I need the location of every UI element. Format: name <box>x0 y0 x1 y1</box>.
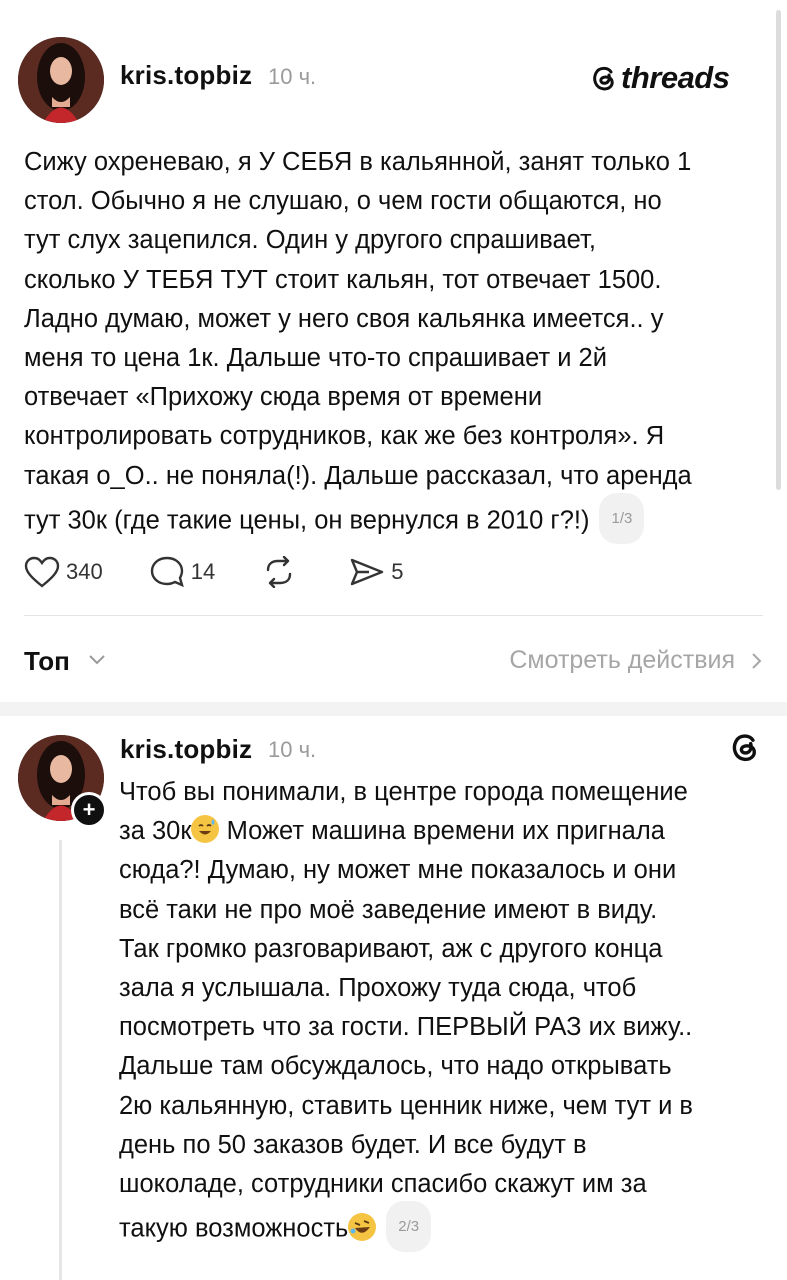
profile-photo <box>18 37 104 123</box>
timestamp: 10 ч. <box>268 64 317 89</box>
repost-button[interactable] <box>261 556 303 588</box>
pager-badge: 1/3 <box>599 492 645 545</box>
timestamp: 10 ч. <box>268 737 317 762</box>
comment-count: 14 <box>190 559 216 584</box>
sort-bar: Топ Смотреть действия <box>24 640 763 680</box>
thread-line <box>59 840 62 1280</box>
username[interactable]: kris.topbiz <box>120 734 252 765</box>
scrollbar[interactable] <box>776 10 781 490</box>
sweat-smile-emoji-icon <box>191 815 220 844</box>
comment-icon <box>150 556 184 588</box>
view-activity-link[interactable]: Смотреть действия <box>509 646 735 675</box>
section-separator <box>0 702 787 716</box>
post-actions: 340 14 5 <box>24 556 449 588</box>
threads-icon[interactable] <box>729 730 761 764</box>
follow-button[interactable]: + <box>71 792 107 828</box>
post-text-content: Сижу охреневаю, я У СЕБЯ в кальянной, за… <box>24 148 692 535</box>
share-button[interactable]: 5 <box>349 556 403 588</box>
sort-label[interactable]: Топ <box>24 646 70 677</box>
chevron-down-icon[interactable] <box>88 654 106 666</box>
rofl-emoji-icon <box>348 1212 377 1241</box>
avatar[interactable] <box>18 37 104 123</box>
comment-button[interactable]: 14 <box>149 556 215 588</box>
pager-badge: 2/3 <box>386 1201 432 1253</box>
post-text: Чтоб вы понимали, в центре города помеще… <box>119 773 769 1255</box>
chevron-right-icon[interactable] <box>751 652 763 670</box>
threads-logo[interactable]: threads <box>590 60 730 96</box>
repost-icon <box>267 556 292 588</box>
heart-icon <box>24 556 60 588</box>
post-text: Сижу охреневаю, я У СЕБЯ в кальянной, за… <box>24 143 769 547</box>
share-count: 5 <box>391 559 404 584</box>
threads-icon <box>593 66 614 91</box>
like-count: 340 <box>66 559 103 584</box>
username[interactable]: kris.topbiz <box>120 60 252 91</box>
like-button[interactable]: 340 <box>24 556 103 588</box>
threads-wordmark: threads <box>621 60 730 95</box>
send-icon <box>351 558 384 586</box>
post-text-part-2: Может машина времени их пригнала сюда?! … <box>119 817 693 1243</box>
divider <box>24 615 763 616</box>
